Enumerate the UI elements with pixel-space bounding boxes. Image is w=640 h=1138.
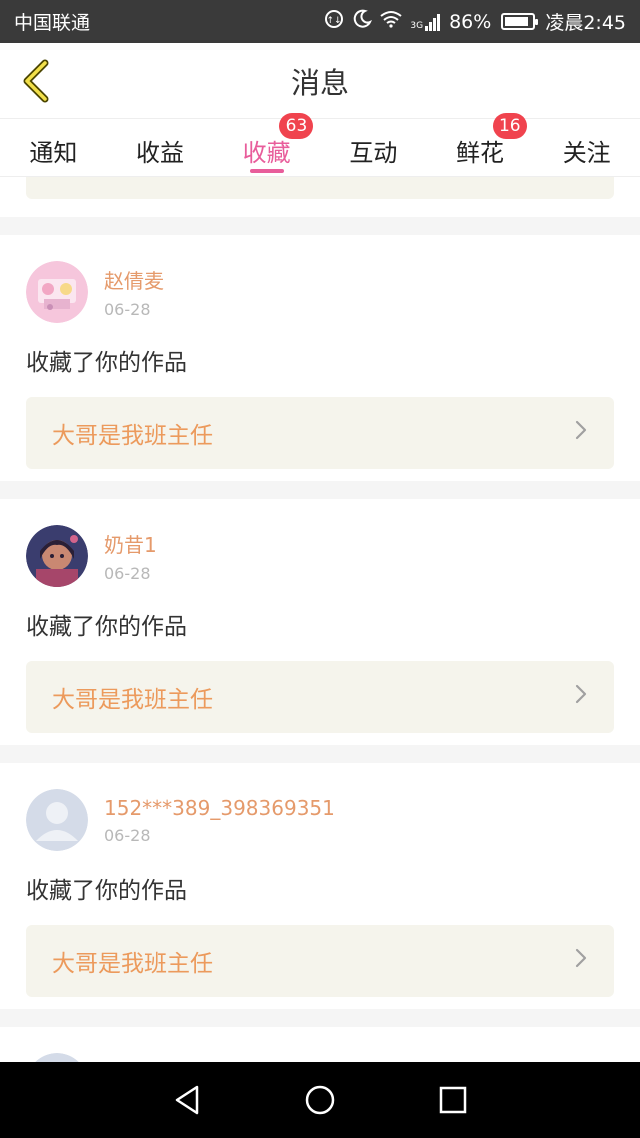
tab-0[interactable]: 通知	[0, 119, 107, 176]
unread-badge: 16	[492, 113, 527, 139]
nav-recent-button[interactable]	[433, 1080, 473, 1120]
list-item-0: 赵倩麦 06-28 收藏了你的作品 大哥是我班主任	[0, 235, 640, 481]
list-item-1: 奶昔1 06-28 收藏了你的作品 大哥是我班主任	[0, 499, 640, 745]
tab-3[interactable]: 互动	[320, 119, 427, 176]
svg-text:↑↓: ↑↓	[327, 16, 342, 26]
clock: 凌晨2:45	[545, 12, 626, 34]
tab-bar: 通知 收益 收藏 63 互动 鲜花 16 关注	[0, 113, 640, 177]
avatar[interactable]	[26, 1053, 88, 1062]
chevron-left-icon	[23, 59, 49, 103]
date-label: 06-28	[104, 564, 151, 583]
tab-2[interactable]: 收藏 63	[213, 113, 320, 176]
avatar[interactable]	[26, 525, 88, 587]
nav-back-button[interactable]	[167, 1080, 207, 1120]
tab-label: 互动	[349, 139, 398, 167]
partial-card-top	[0, 177, 640, 217]
username[interactable]: 赵倩麦	[104, 265, 164, 294]
list-item-partial	[0, 1027, 640, 1062]
carrier-label: 中国联通	[14, 12, 91, 34]
status-icons: ↑↓ 3G 86% 凌晨2:45	[324, 8, 626, 35]
work-link[interactable]: 大哥是我班主任	[26, 397, 614, 469]
square-recent-icon	[440, 1086, 467, 1114]
system-nav-bar	[0, 1062, 640, 1138]
tab-label: 关注	[562, 139, 611, 167]
chevron-right-icon	[574, 947, 588, 975]
username[interactable]: 152***389_398369351	[104, 796, 335, 820]
back-button[interactable]	[16, 57, 56, 105]
partial-work-box[interactable]	[26, 177, 614, 199]
battery-percent: 86%	[449, 10, 492, 33]
message-list: 赵倩麦 06-28 收藏了你的作品 大哥是我班主任 奶昔1 06-28 收藏了你…	[0, 177, 640, 1062]
work-title: 大哥是我班主任	[52, 687, 213, 713]
tab-label: 鲜花	[456, 139, 505, 167]
tab-1[interactable]: 收益	[107, 119, 214, 176]
page-title: 消息	[290, 65, 349, 100]
work-title: 大哥是我班主任	[52, 423, 213, 449]
action-text: 收藏了你的作品	[26, 350, 187, 376]
chevron-right-icon	[574, 419, 588, 447]
list-item-2: 152***389_398369351 06-28 收藏了你的作品 大哥是我班主…	[0, 763, 640, 1009]
battery-icon	[501, 13, 539, 30]
date-label: 06-28	[104, 825, 151, 845]
nav-home-button[interactable]	[300, 1080, 340, 1120]
triangle-back-icon	[175, 1085, 198, 1115]
tab-label: 收益	[136, 139, 184, 167]
action-text: 收藏了你的作品	[26, 614, 187, 640]
moon-icon	[352, 9, 373, 34]
tab-active-indicator	[249, 169, 284, 173]
avatar[interactable]	[26, 261, 88, 323]
work-link[interactable]: 大哥是我班主任	[26, 661, 614, 733]
network-type: 3G	[410, 20, 424, 31]
chevron-right-icon	[574, 683, 588, 711]
wifi-icon	[380, 10, 403, 33]
signal-icon: 3G	[410, 13, 441, 31]
circle-home-icon	[305, 1085, 335, 1115]
tab-label: 收藏	[242, 139, 291, 167]
avatar[interactable]	[26, 789, 88, 851]
action-text: 收藏了你的作品	[26, 878, 187, 904]
status-bar: 中国联通 ↑↓ 3G 86% 凌晨2:45	[0, 0, 640, 43]
unread-badge: 63	[279, 113, 314, 139]
header: 消息	[0, 43, 640, 119]
tab-5[interactable]: 关注	[533, 119, 640, 176]
tab-label: 通知	[29, 139, 78, 167]
data-saver-icon: ↑↓	[324, 9, 344, 34]
work-title: 大哥是我班主任	[52, 951, 213, 977]
work-link[interactable]: 大哥是我班主任	[26, 925, 614, 997]
date-label: 06-28	[104, 300, 151, 319]
tab-4[interactable]: 鲜花 16	[427, 113, 534, 176]
username[interactable]: 奶昔1	[104, 529, 157, 558]
